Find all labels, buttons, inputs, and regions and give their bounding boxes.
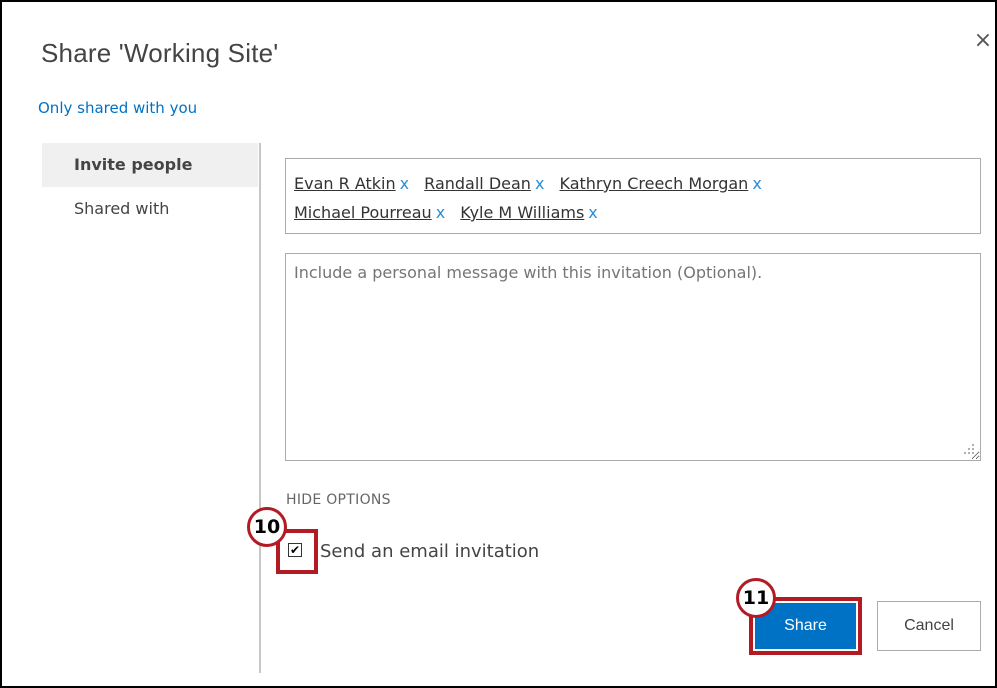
person-name[interactable]: Kathryn Creech Morgan: [560, 174, 749, 193]
cancel-button[interactable]: Cancel: [877, 601, 981, 651]
remove-person-icon[interactable]: x: [400, 174, 409, 193]
remove-person-icon[interactable]: x: [535, 174, 544, 193]
sharing-status-link[interactable]: Only shared with you: [38, 99, 197, 117]
close-icon[interactable]: ×: [972, 30, 994, 52]
remove-person-icon[interactable]: x: [436, 203, 445, 222]
step-badge-11: 11: [736, 578, 776, 618]
remove-person-icon[interactable]: x: [588, 203, 597, 222]
person-name[interactable]: Kyle M Williams: [460, 203, 584, 222]
person-token: Kyle M Williams x: [460, 198, 598, 227]
person-token: Michael Pourreau x: [294, 198, 445, 227]
people-picker[interactable]: Evan R Atkin x Randall Dean x Kathryn Cree…: [285, 158, 981, 234]
nav-item-shared-with[interactable]: Shared with: [42, 187, 258, 231]
resize-grip-icon[interactable]: [958, 440, 976, 458]
dialog-title: Share 'Working Site': [41, 38, 279, 68]
hide-options-link[interactable]: HIDE OPTIONS: [286, 492, 391, 508]
nav-item-invite-people[interactable]: Invite people: [42, 143, 258, 187]
person-name[interactable]: Michael Pourreau: [294, 203, 432, 222]
nav-divider: [259, 143, 261, 673]
personal-message-input[interactable]: [285, 253, 981, 461]
person-token: Randall Dean x: [424, 169, 544, 198]
person-name[interactable]: Evan R Atkin: [294, 174, 396, 193]
person-token: Evan R Atkin x: [294, 169, 409, 198]
person-name[interactable]: Randall Dean: [424, 174, 531, 193]
step-badge-10: 10: [247, 507, 287, 547]
send-email-label[interactable]: Send an email invitation: [320, 541, 539, 562]
remove-person-icon[interactable]: x: [752, 174, 761, 193]
person-token: Kathryn Creech Morgan x: [560, 169, 762, 198]
